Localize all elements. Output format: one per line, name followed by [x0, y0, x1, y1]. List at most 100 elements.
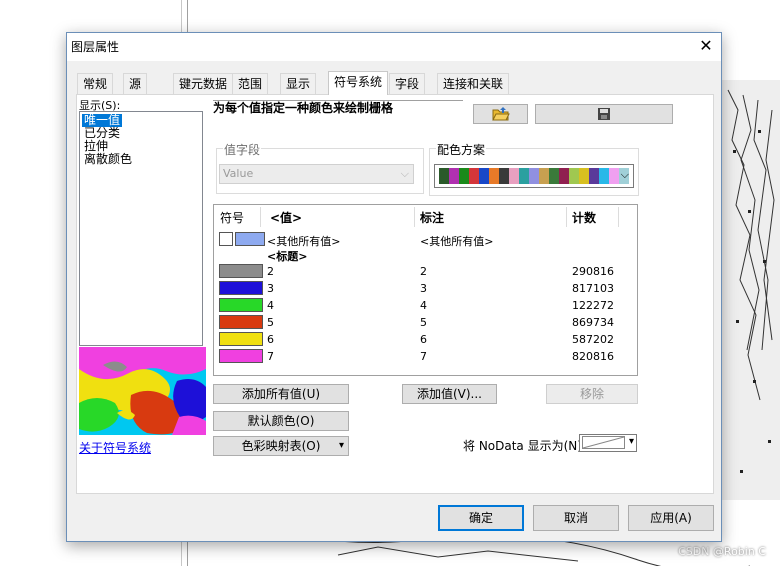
nodata-label: 将 NoData 显示为(N) — [463, 439, 582, 453]
column-header-count[interactable]: 计数 — [572, 209, 596, 226]
color-ramp-swatch — [519, 168, 529, 184]
row-count: 820816 — [572, 350, 614, 363]
symbology-panel: 显示(S): 唯一值 已分类 拉伸 离散颜色 关于符号系统 为每个值指定一种颜色… — [76, 94, 714, 494]
other-values-value: <其他所有值> — [267, 235, 341, 248]
color-ramp-swatch — [599, 168, 609, 184]
dialog-body: 常规 源 键元数据 范围 显示 符号系统 字段 连接和关联 显示(S): 唯一值… — [67, 61, 721, 541]
row-value: 2 — [267, 265, 274, 278]
nodata-color-picker[interactable]: ▾ — [579, 434, 637, 452]
save-style-button[interactable] — [535, 104, 673, 124]
row-color-swatch[interactable] — [219, 281, 263, 295]
row-value: 4 — [267, 299, 274, 312]
color-ramp-swatch — [579, 168, 589, 184]
color-ramp-swatch — [479, 168, 489, 184]
row-label: 5 — [420, 316, 427, 329]
row-count: 290816 — [572, 265, 614, 278]
color-ramp-swatch — [529, 168, 539, 184]
watermark: CSDN @Robin C — [678, 545, 766, 558]
close-button[interactable]: ✕ — [695, 36, 717, 56]
add-all-values-button[interactable]: 添加所有值(U) — [213, 384, 349, 404]
color-ramp-swatch — [469, 168, 479, 184]
column-header-value[interactable]: <值> — [270, 209, 302, 226]
dropdown-arrow-icon: ▾ — [338, 440, 344, 451]
row-count: 122272 — [572, 299, 614, 312]
row-label: 6 — [420, 333, 427, 346]
about-symbology-link[interactable]: 关于符号系统 — [79, 439, 151, 456]
dropdown-arrow-icon: ▾ — [628, 436, 634, 447]
column-separator — [618, 207, 619, 227]
folder-open-icon — [491, 107, 510, 121]
row-label: 7 — [420, 350, 427, 363]
row-color-swatch[interactable] — [219, 332, 263, 346]
add-values-button[interactable]: 添加值(V)... — [402, 384, 497, 404]
colormap-button[interactable]: 色彩映射表(O) ▾ — [213, 436, 349, 456]
default-colors-button[interactable]: 默认颜色(O) — [213, 411, 349, 431]
renderer-preview-image — [79, 347, 206, 435]
column-header-symbol[interactable]: 符号 — [220, 209, 244, 226]
value-field-selected: Value — [223, 167, 254, 180]
color-scheme-select[interactable]: ⌵ — [434, 164, 634, 188]
tab-display[interactable]: 显示 — [280, 73, 317, 94]
row-color-swatch[interactable] — [219, 298, 263, 312]
apply-button[interactable]: 应用(A) — [628, 505, 714, 531]
color-ramp-swatch — [499, 168, 509, 184]
color-ramp-swatch — [449, 168, 459, 184]
tab-joins-relates[interactable]: 连接和关联 — [437, 73, 510, 94]
color-ramp-preview — [439, 168, 629, 184]
tab-extent[interactable]: 范围 — [232, 73, 269, 94]
color-ramp-swatch — [439, 168, 449, 184]
tab-fields[interactable]: 字段 — [389, 73, 426, 94]
heading-row: <标题> — [267, 250, 308, 263]
column-separator — [414, 207, 415, 227]
unique-values-table[interactable]: 符号 <值> 标注 计数 <其他所有值> <其他所有值> <标题> 2 2 2908… — [213, 204, 638, 376]
color-ramp-swatch — [459, 168, 469, 184]
row-value: 5 — [267, 316, 274, 329]
list-item-discrete-color[interactable]: 离散颜色 — [82, 153, 134, 166]
other-values-checkbox[interactable] — [219, 232, 233, 246]
tab-symbology[interactable]: 符号系统 — [328, 71, 389, 95]
tab-general[interactable]: 常规 — [77, 73, 114, 94]
cancel-button[interactable]: 取消 — [533, 505, 619, 531]
color-ramp-swatch — [509, 168, 519, 184]
value-field-label: 值字段 — [223, 141, 262, 158]
other-values-swatch[interactable] — [235, 232, 265, 246]
color-ramp-swatch — [589, 168, 599, 184]
value-field-select: Value ⌵ — [219, 164, 414, 184]
row-count: 587202 — [572, 333, 614, 346]
color-scheme-label: 配色方案 — [436, 141, 487, 158]
color-ramp-swatch — [539, 168, 549, 184]
renderer-list[interactable]: 唯一值 已分类 拉伸 离散颜色 — [79, 111, 203, 346]
import-button[interactable] — [473, 104, 528, 124]
colormap-button-label: 色彩映射表(O) — [241, 439, 321, 453]
chevron-down-icon: ⌵ — [400, 167, 409, 180]
color-ramp-swatch — [549, 168, 559, 184]
dialog-title: 图层属性 — [71, 40, 120, 54]
row-count: 869734 — [572, 316, 614, 329]
row-value: 6 — [267, 333, 274, 346]
remove-button[interactable]: 移除 — [546, 384, 638, 404]
color-ramp-swatch — [489, 168, 499, 184]
row-label: 4 — [420, 299, 427, 312]
save-icon — [598, 108, 610, 120]
column-header-label[interactable]: 标注 — [420, 209, 444, 226]
no-color-swatch-icon — [582, 436, 625, 449]
row-color-swatch[interactable] — [219, 349, 263, 363]
tab-source[interactable]: 源 — [123, 73, 148, 94]
ok-button[interactable]: 确定 — [438, 505, 524, 531]
color-ramp-swatch — [569, 168, 579, 184]
row-value: 7 — [267, 350, 274, 363]
color-ramp-swatch — [609, 168, 619, 184]
chevron-down-icon: ⌵ — [620, 168, 629, 181]
column-separator — [260, 207, 261, 227]
column-separator — [566, 207, 567, 227]
color-ramp-swatch — [559, 168, 569, 184]
renderer-description: 为每个值指定一种颜色来绘制栅格 — [213, 100, 463, 117]
row-count: 817103 — [572, 282, 614, 295]
row-label: 2 — [420, 265, 427, 278]
title-bar[interactable]: 图层属性 ✕ — [67, 33, 721, 61]
layer-properties-dialog: 图层属性 ✕ 常规 源 键元数据 范围 显示 符号系统 字段 连接和关联 显示(… — [66, 32, 722, 542]
row-label: 3 — [420, 282, 427, 295]
tab-key-metadata[interactable]: 键元数据 — [173, 73, 234, 94]
row-color-swatch[interactable] — [219, 315, 263, 329]
row-color-swatch[interactable] — [219, 264, 263, 278]
